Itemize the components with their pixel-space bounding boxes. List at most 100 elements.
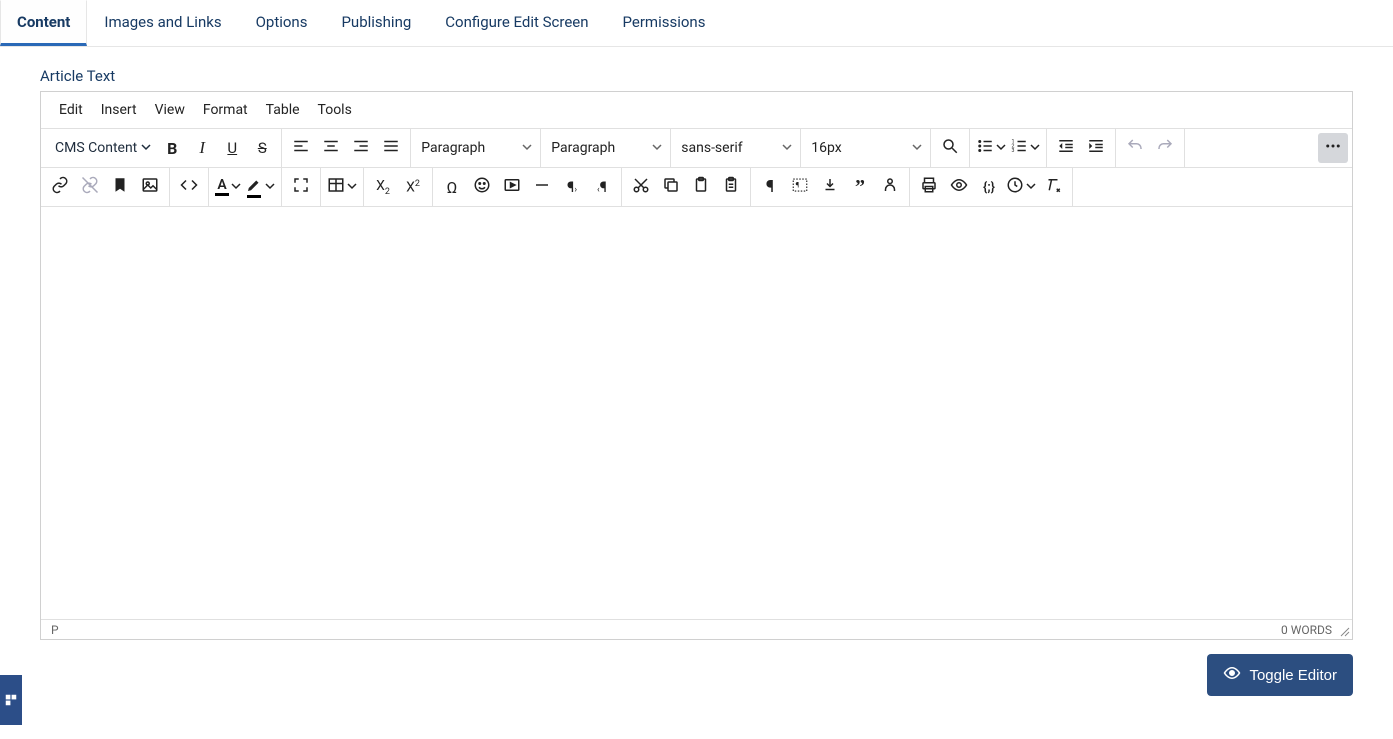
font-size-select[interactable]: 16px xyxy=(801,129,931,167)
text-color-icon: A xyxy=(215,178,229,196)
tab-configure-edit-screen[interactable]: Configure Edit Screen xyxy=(428,0,605,46)
image-button[interactable] xyxy=(135,172,165,202)
show-blocks-icon: ¶ xyxy=(791,176,809,198)
tab-images-links[interactable]: Images and Links xyxy=(87,0,238,46)
media-button[interactable] xyxy=(497,172,527,202)
omega-icon: Ω xyxy=(447,178,458,197)
bold-button[interactable]: B xyxy=(157,133,187,163)
menu-insert[interactable]: Insert xyxy=(93,98,145,122)
find-replace-button[interactable] xyxy=(935,133,965,163)
paste-button[interactable] xyxy=(686,172,716,202)
font-family-select[interactable]: sans-serif xyxy=(671,129,801,167)
underline-button[interactable]: U xyxy=(217,133,247,163)
link-button[interactable] xyxy=(45,172,75,202)
nonbreaking-button[interactable] xyxy=(815,172,845,202)
word-count[interactable]: 0 WORDS xyxy=(1281,623,1332,637)
show-invisible-button[interactable]: ¶ xyxy=(755,172,785,202)
element-path[interactable]: P xyxy=(47,623,59,637)
toggle-editor-button[interactable]: Toggle Editor xyxy=(1207,654,1353,696)
cut-button[interactable] xyxy=(626,172,656,202)
tab-permissions[interactable]: Permissions xyxy=(606,0,723,46)
chevron-down-icon xyxy=(652,140,662,156)
paste-text-button[interactable] xyxy=(716,172,746,202)
horizontal-rule-icon xyxy=(533,176,551,198)
print-button[interactable] xyxy=(914,172,944,202)
unlink-button[interactable] xyxy=(75,172,105,202)
rtl-icon: ‹¶ xyxy=(597,178,607,196)
tab-publishing[interactable]: Publishing xyxy=(324,0,428,46)
preview-button[interactable] xyxy=(944,172,974,202)
bullet-list-button[interactable] xyxy=(974,133,1008,163)
background-color-button[interactable] xyxy=(243,172,277,202)
emoji-button[interactable] xyxy=(467,172,497,202)
editor-content-area[interactable] xyxy=(41,207,1352,619)
special-character-button[interactable]: Ω xyxy=(437,172,467,202)
font-family-value: sans-serif xyxy=(681,140,742,156)
block-format-select[interactable]: Paragraph xyxy=(411,129,541,167)
tab-options[interactable]: Options xyxy=(239,0,325,46)
chevron-down-icon xyxy=(782,140,792,156)
bookmark-icon xyxy=(111,176,129,198)
resize-handle[interactable] xyxy=(1338,625,1350,637)
source-code-button[interactable] xyxy=(174,172,204,202)
cut-icon xyxy=(632,176,650,198)
print-icon xyxy=(920,176,938,198)
italic-button[interactable]: I xyxy=(187,133,217,163)
redo-button[interactable] xyxy=(1150,133,1180,163)
chevron-down-icon xyxy=(347,179,357,195)
paste-icon xyxy=(692,176,710,198)
fullscreen-button[interactable] xyxy=(286,172,316,202)
subscript-button[interactable]: X2 xyxy=(368,172,398,202)
chevron-down-icon xyxy=(1030,140,1040,156)
style-format-value: Paragraph xyxy=(551,140,615,156)
anchor-button[interactable] xyxy=(105,172,135,202)
table-button[interactable] xyxy=(325,172,359,202)
indent-icon xyxy=(1087,137,1105,159)
align-center-button[interactable] xyxy=(316,133,346,163)
paste-text-icon xyxy=(722,176,740,198)
tab-content[interactable]: Content xyxy=(0,0,87,46)
cms-content-dropdown[interactable]: CMS Content xyxy=(45,133,157,163)
chevron-down-icon xyxy=(996,140,1006,156)
menu-view[interactable]: View xyxy=(147,98,193,122)
svg-text:3: 3 xyxy=(1012,148,1015,154)
indent-button[interactable] xyxy=(1081,133,1111,163)
menu-table[interactable]: Table xyxy=(258,98,308,122)
template-icon xyxy=(881,176,899,198)
show-blocks-button[interactable]: ¶ xyxy=(785,172,815,202)
rtl-button[interactable]: ‹¶ xyxy=(587,172,617,202)
ltr-icon: ¶› xyxy=(567,178,577,196)
undo-button[interactable] xyxy=(1120,133,1150,163)
code-sample-button[interactable]: {;} xyxy=(974,172,1004,202)
editor-menubar: Edit Insert View Format Table Tools xyxy=(41,92,1352,129)
horizontal-rule-button[interactable] xyxy=(527,172,557,202)
numbered-list-icon: 123 xyxy=(1010,137,1028,159)
insert-datetime-button[interactable] xyxy=(1004,172,1038,202)
outdent-button[interactable] xyxy=(1051,133,1081,163)
clear-formatting-icon xyxy=(1044,176,1062,198)
link-icon xyxy=(51,176,69,198)
template-button[interactable] xyxy=(875,172,905,202)
code-sample-icon: {;} xyxy=(983,180,995,195)
menu-edit[interactable]: Edit xyxy=(51,98,91,122)
clock-icon xyxy=(1006,176,1024,198)
emoji-icon xyxy=(473,176,491,198)
numbered-list-button[interactable]: 123 xyxy=(1008,133,1042,163)
menu-format[interactable]: Format xyxy=(195,98,256,122)
style-format-select[interactable]: Paragraph xyxy=(541,129,671,167)
menu-tools[interactable]: Tools xyxy=(310,98,360,122)
eye-icon xyxy=(950,176,968,198)
chevron-down-icon xyxy=(912,140,922,156)
text-color-button[interactable]: A xyxy=(213,172,243,202)
strikethrough-button[interactable]: S xyxy=(247,133,277,163)
align-right-button[interactable] xyxy=(346,133,376,163)
more-toolbar-button[interactable] xyxy=(1318,133,1348,163)
align-left-button[interactable] xyxy=(286,133,316,163)
ltr-button[interactable]: ¶› xyxy=(557,172,587,202)
copy-button[interactable] xyxy=(656,172,686,202)
clear-formatting-button[interactable] xyxy=(1038,172,1068,202)
blockquote-button[interactable]: ” xyxy=(845,172,875,202)
align-justify-button[interactable] xyxy=(376,133,406,163)
sidebar-stub[interactable] xyxy=(0,675,22,725)
superscript-button[interactable]: X2 xyxy=(398,172,428,202)
